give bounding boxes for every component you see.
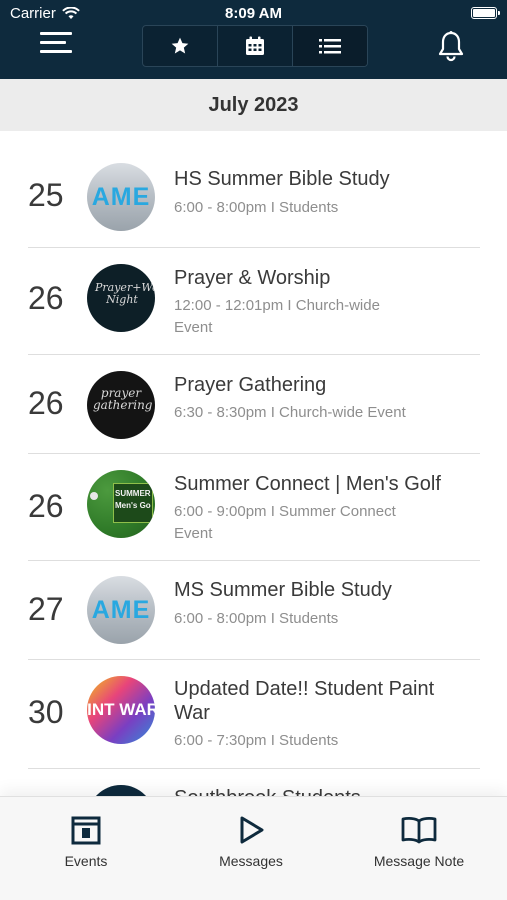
star-icon bbox=[171, 37, 189, 54]
thumbnail-text: Prayer+Worship Night bbox=[95, 281, 155, 306]
thumbnail-text: INT WAR bbox=[87, 700, 155, 719]
event-title: HS Summer Bible Study bbox=[174, 168, 390, 190]
event-thumbnail: Prayer+Worship Night bbox=[87, 264, 155, 332]
thumbnail-text: AME bbox=[91, 596, 151, 624]
battery-icon bbox=[471, 7, 500, 19]
event-thumbnail: AME bbox=[87, 163, 155, 231]
calendar-day-icon bbox=[71, 816, 101, 845]
favorites-view-button[interactable] bbox=[143, 26, 218, 66]
event-thumbnail: AME bbox=[87, 576, 155, 644]
event-title: MS Summer Bible Study bbox=[174, 579, 392, 601]
event-title: Updated Date!! Student Paint War bbox=[174, 678, 435, 724]
tab-messages[interactable]: Messages bbox=[191, 815, 311, 869]
event-meta: 6:00 - 7:30pm I Students bbox=[174, 732, 339, 749]
bell-icon bbox=[438, 31, 464, 62]
event-thumbnail: prayer gathering bbox=[87, 371, 155, 439]
month-header: July 2023 bbox=[0, 79, 507, 131]
event-row[interactable]: 25 AME HS Summer Bible Study 6:00 - 8:00… bbox=[28, 145, 480, 248]
view-switcher bbox=[142, 25, 368, 67]
calendar-view-button[interactable] bbox=[218, 26, 293, 66]
calendar-icon bbox=[246, 36, 264, 55]
event-row[interactable]: 30 INT WAR Updated Date!! Student Paint … bbox=[28, 660, 480, 769]
list-icon bbox=[319, 39, 341, 54]
event-meta: 6:00 - 8:00pm I Students bbox=[174, 610, 339, 627]
notifications-button[interactable] bbox=[436, 30, 466, 62]
event-day: 26 bbox=[28, 488, 64, 524]
event-meta: 6:00 - 8:00pm I Students bbox=[174, 199, 339, 216]
event-meta-continued: Event bbox=[174, 525, 213, 542]
event-row[interactable]: Southbrook Students bbox=[28, 769, 480, 796]
event-thumbnail bbox=[87, 785, 155, 796]
event-title: Southbrook Students bbox=[174, 786, 474, 796]
event-meta: 12:00 - 12:01pm I Church-wide bbox=[174, 297, 380, 314]
play-icon bbox=[240, 816, 264, 844]
event-title: Summer Connect | Men's Golf bbox=[174, 473, 441, 495]
top-header: Carrier 8:09 AM bbox=[0, 0, 507, 79]
event-thumbnail: SUMMER Men's Go bbox=[87, 470, 155, 538]
event-meta: 6:30 - 8:30pm I Church-wide Event bbox=[174, 404, 406, 421]
event-row[interactable]: 27 AME MS Summer Bible Study 6:00 - 8:00… bbox=[28, 561, 480, 660]
status-time: 8:09 AM bbox=[225, 5, 282, 22]
event-title: Prayer & Worship bbox=[174, 267, 331, 289]
event-list[interactable]: 25 AME HS Summer Bible Study 6:00 - 8:00… bbox=[0, 131, 507, 796]
event-row[interactable]: 26 SUMMER Men's Go Summer Connect | Men'… bbox=[28, 454, 480, 561]
event-day: 25 bbox=[28, 177, 64, 213]
event-row[interactable]: 26 prayer gathering Prayer Gathering 6:3… bbox=[28, 355, 480, 454]
status-bar: Carrier 8:09 AM bbox=[0, 0, 507, 26]
tab-events[interactable]: Events bbox=[26, 815, 146, 869]
event-thumbnail: INT WAR bbox=[87, 676, 155, 744]
event-meta-continued: Event bbox=[174, 319, 213, 336]
tab-label: Messages bbox=[219, 853, 283, 869]
tab-label: Message Note bbox=[373, 853, 465, 869]
event-title: Prayer Gathering bbox=[174, 374, 327, 396]
thumbnail-text: AME bbox=[91, 183, 151, 211]
hamburger-menu-button[interactable] bbox=[40, 30, 74, 54]
tab-message-note[interactable]: Message Note bbox=[359, 815, 479, 869]
thumbnail-text: SUMMER Men's Go bbox=[115, 489, 151, 510]
thumbnail-text: prayer gathering bbox=[93, 386, 153, 412]
event-row[interactable]: 26 Prayer+Worship Night Prayer & Worship… bbox=[28, 248, 480, 355]
event-meta: 6:00 - 9:00pm I Summer Connect bbox=[174, 503, 396, 520]
event-day: 30 bbox=[28, 694, 64, 730]
list-view-button[interactable] bbox=[293, 26, 367, 66]
event-day: 26 bbox=[28, 385, 64, 421]
bottom-tab-bar: Events Messages Message Note bbox=[0, 796, 507, 900]
open-book-icon bbox=[401, 817, 437, 844]
event-day: 26 bbox=[28, 280, 64, 316]
event-day: 27 bbox=[28, 591, 64, 627]
tab-label: Events bbox=[64, 853, 108, 869]
